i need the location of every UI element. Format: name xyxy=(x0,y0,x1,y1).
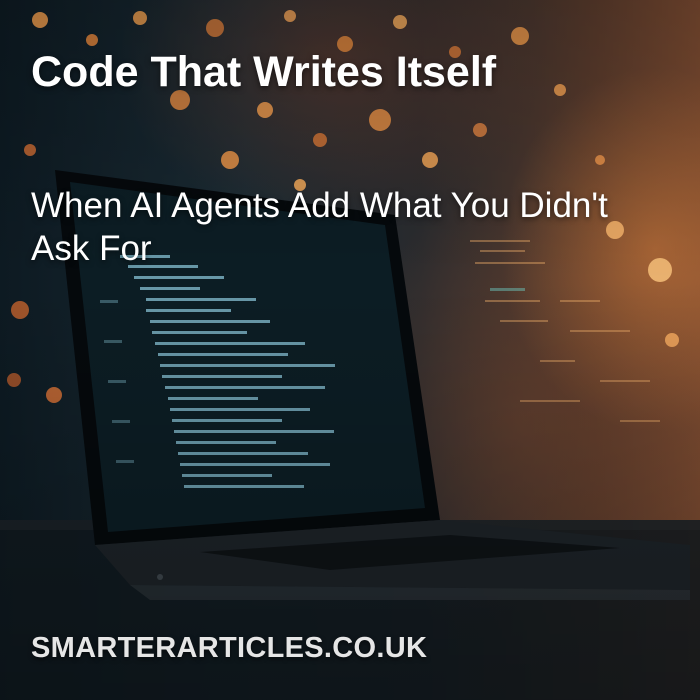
site-url: SMARTERARTICLES.CO.UK xyxy=(31,632,428,664)
article-subtitle: When AI Agents Add What You Didn't Ask F… xyxy=(31,186,608,268)
article-card: Code That Writes Itself When AI Agents A… xyxy=(0,0,700,700)
shade-overlay xyxy=(0,0,700,700)
article-title: Code That Writes Itself xyxy=(31,48,497,96)
